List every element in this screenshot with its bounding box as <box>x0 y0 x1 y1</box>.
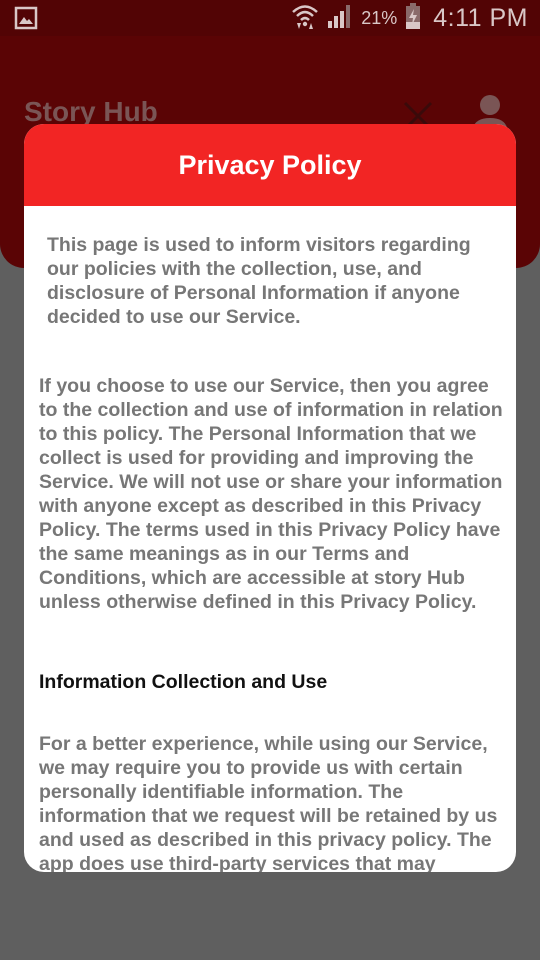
collection-paragraph: For a better experience, while using our… <box>39 733 498 872</box>
status-bar: 21% 4:11 PM <box>0 0 540 36</box>
wifi-icon <box>291 3 319 34</box>
privacy-policy-dialog: Privacy Policy This page is used to info… <box>24 124 516 872</box>
intro-paragraph: This page is used to inform visitors reg… <box>47 234 471 328</box>
dialog-title: Privacy Policy <box>178 149 362 180</box>
clock: 4:11 PM <box>433 3 528 32</box>
signal-icon <box>327 3 353 34</box>
policy-paragraph: If you choose to use our Service, then y… <box>39 375 503 613</box>
dialog-header: Privacy Policy <box>24 124 516 206</box>
battery-icon <box>405 2 421 35</box>
gallery-icon <box>14 6 38 30</box>
dialog-scroll-body[interactable]: This page is used to inform visitors reg… <box>24 206 516 872</box>
section-heading: Information Collection and Use <box>39 671 328 693</box>
battery-percent: 21% <box>361 7 398 28</box>
